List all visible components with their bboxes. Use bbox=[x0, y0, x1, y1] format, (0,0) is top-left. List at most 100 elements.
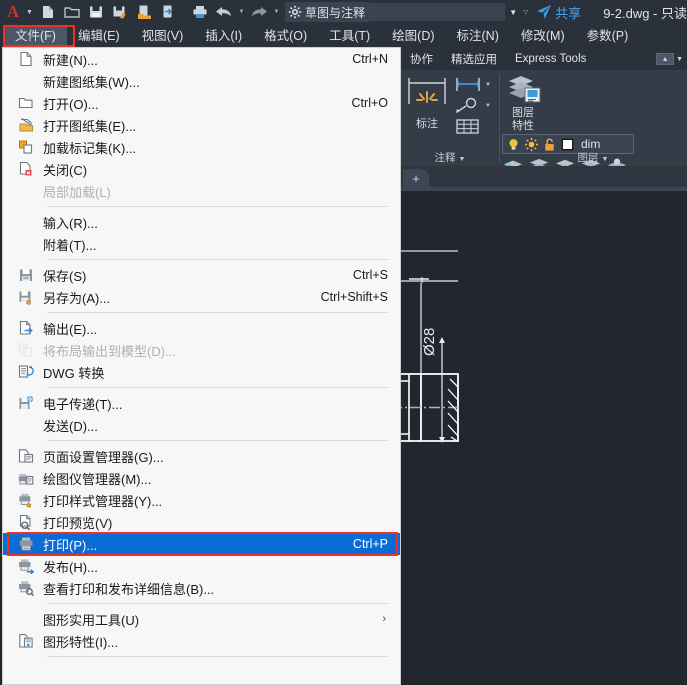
file-menu-item-page-setup[interactable]: 页面设置管理器(G)... bbox=[3, 445, 400, 467]
share-label: 共享 bbox=[555, 5, 582, 21]
quick-access-toolbar: ▼ ▼ bbox=[37, 1, 281, 23]
file-menu-item-dwg-convert[interactable]: DWG 转换 bbox=[3, 361, 400, 383]
layers-panel-footer[interactable]: 图层 ▼ bbox=[500, 150, 686, 165]
file-menu-item-open-sheetset[interactable]: 打开图纸集(E)... bbox=[3, 114, 400, 136]
save-as-icon bbox=[13, 288, 39, 306]
file-menu-item-plotter-manager[interactable]: 绘图仪管理器(M)... bbox=[3, 467, 400, 489]
open-from-web-icon[interactable] bbox=[133, 1, 155, 23]
annotation-panel-caret-icon[interactable]: ▼ bbox=[459, 156, 466, 163]
save-icon bbox=[13, 266, 39, 284]
file-menu-item-item-29[interactable]: 图形实用工具(U) › bbox=[3, 608, 400, 630]
file-menu-item-label: 加载标记集(K)... bbox=[43, 140, 137, 156]
menu-parametric[interactable]: 参数(P) bbox=[576, 26, 640, 47]
file-menu-item-publish[interactable]: 发布(H)... bbox=[3, 555, 400, 577]
gear-icon bbox=[288, 5, 302, 19]
none bbox=[13, 213, 39, 231]
file-menu-item-open-folder[interactable]: 打开(O)... Ctrl+O bbox=[3, 92, 400, 114]
plotstyle-manager-icon bbox=[13, 491, 39, 509]
plotter-manager-icon bbox=[13, 469, 39, 487]
file-menu-item-label: 关闭(C) bbox=[43, 162, 88, 178]
layer-properties-icon bbox=[509, 76, 541, 103]
layers-panel-caret-icon[interactable]: ▼ bbox=[602, 156, 609, 163]
annotation-panel-footer-label: 注释 bbox=[434, 152, 456, 164]
open-sheetset-icon bbox=[13, 116, 39, 134]
file-menu-rows: 新建(N)... Ctrl+N 新建图纸集(W)... 打开(O)... Ctrl+O 打… bbox=[3, 48, 400, 657]
file-menu-item-view-plot-details[interactable]: 查看打印和发布详细信息(B)... bbox=[3, 577, 400, 599]
share-send-icon bbox=[537, 5, 552, 19]
plot-icon[interactable] bbox=[189, 1, 211, 23]
menu-draw[interactable]: 绘图(D) bbox=[381, 26, 445, 47]
undo-dropdown-caret-icon[interactable]: ▼ bbox=[237, 9, 246, 15]
file-menu-item-item-8[interactable]: 输入(R)... bbox=[3, 211, 400, 233]
menu-edit[interactable]: 编辑(E) bbox=[67, 26, 131, 47]
workspace-dropdown-caret-icon[interactable]: ▼ bbox=[505, 8, 521, 17]
file-menu-item-label: 绘图仪管理器(M)... bbox=[43, 471, 152, 487]
workspace-combo-field[interactable] bbox=[368, 3, 506, 21]
file-menu-item-shortcut: Ctrl+S bbox=[352, 268, 388, 282]
file-menu-item-etransmit[interactable]: 电子传递(T)... bbox=[3, 392, 400, 414]
menu-separator bbox=[47, 312, 388, 313]
ribbon-minimize-group[interactable]: ▲ ▼ bbox=[656, 53, 687, 65]
table-icon[interactable] bbox=[453, 117, 483, 135]
file-menu-item-save-as[interactable]: 另存为(A)... Ctrl+Shift+S bbox=[3, 286, 400, 308]
new-document-icon[interactable] bbox=[37, 1, 59, 23]
save-icon[interactable] bbox=[85, 1, 107, 23]
ribbon-minimize-caret-icon[interactable]: ▼ bbox=[676, 56, 683, 63]
save-as-icon[interactable] bbox=[109, 1, 131, 23]
load-markupset-icon bbox=[13, 138, 39, 156]
share-button[interactable]: 共享 bbox=[536, 3, 581, 22]
redo-icon[interactable] bbox=[248, 1, 270, 23]
menu-separator bbox=[47, 259, 388, 260]
file-menu-item-export[interactable]: 输出(E)... bbox=[3, 317, 400, 339]
file-menu-item-plot-preview[interactable]: 打印预览(V) bbox=[3, 511, 400, 533]
autocad-logo-icon[interactable]: A bbox=[0, 0, 26, 24]
annotation-panel-footer[interactable]: 注释 ▼ bbox=[401, 150, 499, 165]
file-menu-item-load-markupset[interactable]: 加载标记集(K)... bbox=[3, 136, 400, 158]
file-menu-item-shortcut: Ctrl+P bbox=[352, 537, 388, 551]
file-menu-item-label: 发送(D)... bbox=[43, 418, 98, 434]
ribbon-tab-express-tools[interactable]: Express Tools bbox=[506, 53, 595, 65]
leader-icon[interactable] bbox=[453, 96, 483, 116]
ribbon-minimize-icon[interactable]: ▲ bbox=[656, 53, 675, 65]
new-tab-plus-icon[interactable]: + bbox=[403, 169, 429, 187]
file-menu-item-item-9[interactable]: 附着(T)... bbox=[3, 233, 400, 255]
ribbon-tab-featured-apps[interactable]: 精选应用 bbox=[442, 51, 506, 67]
app-menu-caret-icon[interactable]: ▼ bbox=[26, 9, 33, 16]
leader-caret-icon[interactable]: ▼ bbox=[484, 103, 492, 109]
save-to-web-icon[interactable] bbox=[157, 1, 179, 23]
dimension-tool[interactable]: 标注 bbox=[401, 72, 453, 135]
menu-insert[interactable]: 插入(I) bbox=[194, 26, 253, 47]
plot-icon bbox=[13, 535, 39, 553]
menu-file[interactable]: 文件(F) bbox=[4, 25, 67, 47]
drawing-canvas[interactable]: Ø28 bbox=[401, 191, 687, 685]
file-menu-item-label: 发布(H)... bbox=[43, 559, 98, 575]
menu-format[interactable]: 格式(O) bbox=[253, 26, 318, 47]
drawing-tab-strip: + bbox=[401, 166, 687, 187]
menu-tools[interactable]: 工具(T) bbox=[318, 26, 381, 47]
file-menu-item-plot[interactable]: 打印(P)... Ctrl+P bbox=[3, 533, 400, 555]
layer-properties-tool[interactable]: 图层 特性 bbox=[500, 73, 546, 133]
file-menu-item-label: 输出(E)... bbox=[43, 321, 98, 337]
file-menu-item-plotstyle-manager[interactable]: 打印样式管理器(Y)... bbox=[3, 489, 400, 511]
qat-customize-caret-icon[interactable]: ▽ bbox=[521, 9, 530, 16]
open-folder-icon[interactable] bbox=[61, 1, 83, 23]
workspace-switcher[interactable]: 草图与注释 bbox=[284, 2, 369, 22]
none bbox=[13, 72, 39, 90]
menu-view[interactable]: 视图(V) bbox=[131, 26, 195, 47]
file-menu-item-drawing-props[interactable]: 图形特性(I)... bbox=[3, 630, 400, 652]
file-menu-item-new-file[interactable]: 新建(N)... Ctrl+N bbox=[3, 48, 400, 70]
menu-dimension[interactable]: 标注(N) bbox=[446, 26, 510, 47]
linear-dimension-icon[interactable] bbox=[453, 75, 483, 95]
file-menu-item-label: DWG 转换 bbox=[43, 365, 105, 381]
file-menu-item-item-1[interactable]: 新建图纸集(W)... bbox=[3, 70, 400, 92]
file-menu-item-save[interactable]: 保存(S) Ctrl+S bbox=[3, 264, 400, 286]
file-menu-item-close-file[interactable]: 关闭(C) bbox=[3, 158, 400, 180]
undo-icon[interactable] bbox=[213, 1, 235, 23]
menu-modify[interactable]: 修改(M) bbox=[510, 26, 576, 47]
redo-dropdown-caret-icon[interactable]: ▼ bbox=[272, 9, 281, 15]
dimension-icon bbox=[408, 78, 446, 104]
file-menu-item-item-19[interactable]: 发送(D)... bbox=[3, 414, 400, 436]
linear-dimension-caret-icon[interactable]: ▼ bbox=[484, 82, 492, 88]
file-menu-item-shortcut: Ctrl+O bbox=[351, 96, 388, 110]
ribbon-tab-collaborate[interactable]: 协作 bbox=[401, 51, 442, 67]
